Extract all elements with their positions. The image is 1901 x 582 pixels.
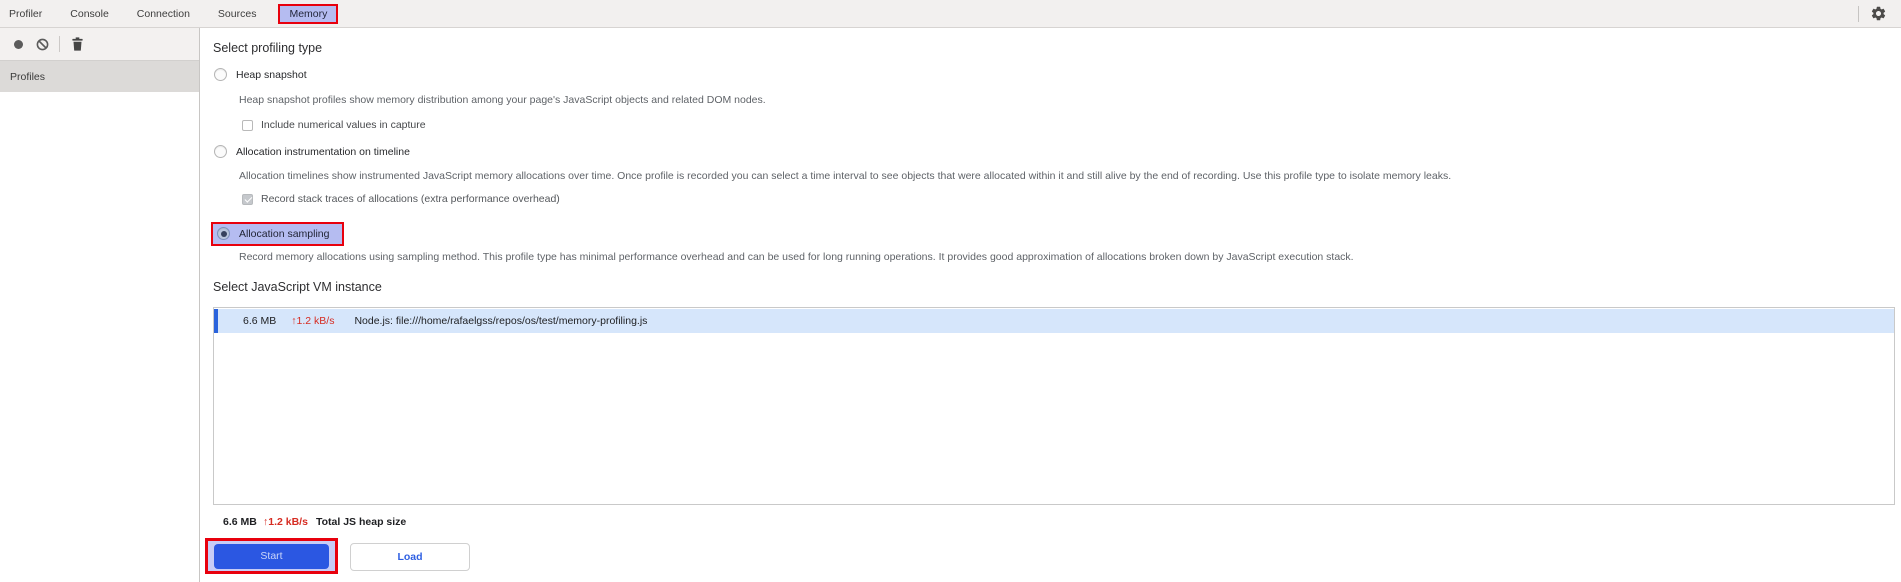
option-label[interactable]: Heap snapshot	[236, 69, 307, 81]
devtools-window: Profiler Console Connection Sources Memo…	[0, 0, 1901, 582]
vm-instance-name: Node.js: file:///home/rafaelgss/repos/os…	[354, 315, 648, 327]
clear-all-icon[interactable]	[30, 32, 54, 56]
tab-sources[interactable]: Sources	[218, 8, 257, 20]
vm-heap-size: 6.6 MB	[243, 315, 277, 327]
gear-icon[interactable]	[1870, 5, 1887, 22]
total-allocation-rate: ↑1.2 kB/s	[263, 516, 308, 528]
vm-instance-heading: Select JavaScript VM instance	[213, 280, 382, 294]
annotation-box-start-button: Start	[205, 538, 338, 574]
option-heap-snapshot: Heap snapshot	[214, 68, 307, 81]
vm-allocation-rate: ↑1.2 kB/s	[291, 315, 335, 327]
toolbar-divider	[1858, 5, 1859, 22]
radio-allocation-timeline[interactable]	[214, 145, 227, 158]
record-dot	[13, 39, 23, 49]
option-label[interactable]: Allocation sampling	[239, 228, 329, 240]
total-heap-size: 6.6 MB	[223, 516, 257, 528]
tab-memory[interactable]: Memory	[278, 3, 339, 24]
annotation-box-allocation-sampling: Allocation sampling	[211, 222, 345, 246]
checkbox-include-numerical-values[interactable]	[242, 119, 253, 131]
record-icon[interactable]	[6, 32, 30, 56]
profiling-type-heading: Select profiling type	[213, 41, 323, 55]
checkbox-label[interactable]: Record stack traces of allocations (extr…	[261, 193, 560, 205]
tab-strip: Profiler Console Connection Sources Memo…	[0, 0, 1901, 28]
tab-connection[interactable]: Connection	[137, 8, 190, 20]
option-description: Record memory allocations using sampling…	[239, 251, 1354, 263]
vm-instance-row[interactable]: 6.6 MB ↑1.2 kB/s Node.js: file:///home/r…	[214, 309, 1894, 333]
tabbar-right-controls	[1858, 5, 1887, 22]
option-allocation-timeline: Allocation instrumentation on timeline	[214, 145, 410, 158]
radio-allocation-sampling[interactable]	[217, 227, 230, 240]
option-label[interactable]: Allocation instrumentation on timeline	[236, 146, 410, 158]
toolbar-divider	[59, 36, 60, 52]
checkbox-record-stack-traces[interactable]	[242, 193, 253, 205]
option-description: Allocation timelines show instrumented J…	[239, 170, 1452, 182]
radio-heap-snapshot[interactable]	[214, 68, 227, 81]
suboption-record-stack-traces: Record stack traces of allocations (extr…	[242, 193, 560, 205]
total-heap-size-label: Total JS heap size	[316, 516, 407, 528]
suboption-include-numerical-values: Include numerical values in capture	[242, 119, 426, 131]
vm-instance-list: 6.6 MB ↑1.2 kB/s Node.js: file:///home/r…	[213, 307, 1895, 505]
profiler-toolbar	[0, 28, 199, 61]
start-button[interactable]: Start	[214, 543, 329, 569]
tab-profiler[interactable]: Profiler	[9, 8, 42, 20]
sidebar: Profiles	[0, 28, 200, 582]
checkbox-label[interactable]: Include numerical values in capture	[261, 119, 426, 131]
sidebar-item-profiles[interactable]: Profiles	[0, 61, 199, 92]
profiles-label: Profiles	[10, 70, 46, 83]
load-button[interactable]: Load	[350, 543, 470, 571]
tab-console[interactable]: Console	[70, 8, 109, 20]
trash-icon[interactable]	[65, 32, 89, 56]
option-description: Heap snapshot profiles show memory distr…	[239, 94, 766, 106]
